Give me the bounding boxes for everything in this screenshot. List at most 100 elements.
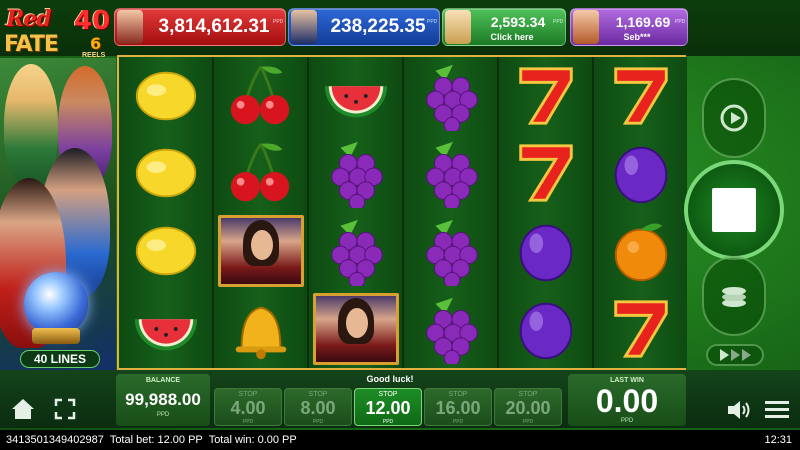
grapes-icon [425, 219, 478, 286]
symbol-grapes [309, 135, 402, 212]
reel-column [594, 57, 687, 368]
cherry-icon [230, 65, 289, 124]
symbol-seven [499, 57, 592, 134]
grapes-icon [425, 142, 478, 209]
jackpot-4[interactable]: 1,169.69 Seb*** PPD [570, 8, 688, 46]
grapes-icon [330, 219, 383, 286]
stop-icon [712, 188, 756, 232]
bet-currency: PPD [522, 419, 534, 425]
symbol-grapes [309, 213, 402, 290]
autoplay-button[interactable] [702, 78, 766, 158]
jackpot-value: 238,225.35 [330, 16, 426, 37]
home-icon [12, 399, 34, 419]
symbol-watermelon [119, 290, 212, 367]
symbol-plum [594, 135, 687, 212]
bet-option-selected[interactable]: STOP 12.00 PPD [354, 388, 422, 426]
fullscreen-icon [54, 398, 76, 420]
symbol-bell [214, 290, 307, 367]
jackpot-avatar [117, 10, 143, 44]
jackpot-currency: PPD [427, 19, 438, 25]
reel-column [309, 57, 402, 368]
symbol-cherry [214, 57, 307, 134]
reels-area [117, 55, 687, 370]
logo-reels-number: 6 [90, 34, 102, 53]
bet-option[interactable]: STOP 4.00 PPD [214, 388, 282, 426]
status-strip: 3413501349402987 Total bet: 12.00 PP Tot… [0, 430, 800, 450]
turbo-icon [730, 349, 740, 361]
jackpot-avatar [291, 10, 317, 44]
round-id: 3413501349402987 [6, 434, 104, 446]
symbol-grapes [404, 57, 497, 134]
bet-currency: PPD [312, 419, 324, 425]
symbol-lady [214, 213, 307, 290]
plum-icon [519, 302, 572, 359]
lemon-icon [135, 226, 196, 276]
turbo-button[interactable] [706, 344, 764, 366]
game-logo: Red FATE 40 6 REELS [2, 4, 118, 62]
sound-icon [728, 401, 750, 419]
seven-icon [518, 66, 573, 125]
menu-button[interactable] [762, 396, 792, 424]
jackpot-2[interactable]: 238,225.35 PPD [288, 8, 440, 46]
stop-spin-button[interactable] [684, 160, 784, 260]
crystal-ball-icon [24, 272, 88, 336]
seven-icon [518, 144, 573, 202]
jackpot-click-here[interactable]: Click here [471, 32, 553, 42]
balance-amount: 99,988.00 [125, 390, 201, 409]
jackpot-avatar [445, 10, 471, 44]
jackpot-winner: Seb*** [623, 32, 651, 42]
grapes-icon [425, 64, 478, 131]
grapes-icon [330, 142, 383, 209]
symbol-lady [309, 290, 402, 367]
symbol-seven [499, 135, 592, 212]
symbol-watermelon [309, 57, 402, 134]
symbol-grapes [404, 213, 497, 290]
lady-card-icon [312, 292, 399, 365]
jackpot-currency: PPD [273, 19, 284, 25]
bell-icon [235, 306, 286, 359]
reel-column [404, 57, 497, 368]
status-left: 3413501349402987 Total bet: 12.00 PP Tot… [6, 430, 297, 450]
lady-card-icon [217, 215, 304, 287]
jackpot-3[interactable]: 2,593.34 Click here PPD [442, 8, 566, 46]
symbol-lemon [119, 213, 212, 290]
last-win-currency: PPD [620, 418, 634, 424]
jackpot-avatar [573, 10, 599, 44]
jackpot-1[interactable]: 3,814,612.31 PPD [114, 8, 286, 46]
clock: 12:31 [764, 434, 792, 446]
control-panel [684, 72, 784, 372]
symbol-cherry [214, 135, 307, 212]
bet-stop-label: STOP [448, 391, 468, 398]
bet-option[interactable]: STOP 8.00 PPD [284, 388, 352, 426]
coins-icon [722, 287, 746, 307]
autoplay-icon [720, 104, 748, 132]
status-message: Good luck! [366, 374, 414, 384]
crystal-ball-stand [32, 328, 80, 344]
fullscreen-button[interactable] [50, 394, 80, 424]
lemon-icon [135, 148, 196, 198]
bet-currency: PPD [242, 419, 254, 425]
bet-option[interactable]: STOP 20.00 PPD [494, 388, 562, 426]
symbol-orange [594, 213, 687, 290]
symbol-plum [499, 290, 592, 367]
watermelon-icon [134, 319, 197, 351]
bet-option[interactable]: STOP 16.00 PPD [424, 388, 492, 426]
watermelon-icon [324, 85, 387, 117]
sound-button[interactable] [724, 396, 754, 424]
jackpot-value: 1,169.69 [615, 14, 671, 30]
character-panel: 40 LINES [0, 58, 116, 370]
symbol-seven [594, 290, 687, 367]
logo-red: Red [6, 6, 52, 32]
balance-label: BALANCE [145, 377, 181, 384]
orange-icon [614, 223, 667, 282]
logo-fate: FATE [4, 32, 59, 57]
bet-stop-label: STOP [238, 391, 258, 398]
home-button[interactable] [8, 394, 38, 424]
jackpot-currency: PPD [553, 19, 564, 25]
bet-value: 4.00 [230, 398, 266, 418]
plum-icon [614, 147, 667, 204]
bet-coins-button[interactable] [702, 256, 766, 336]
jackpot-value: 2,593.34 [490, 14, 546, 30]
symbol-seven [594, 57, 687, 134]
lemon-icon [135, 71, 196, 120]
